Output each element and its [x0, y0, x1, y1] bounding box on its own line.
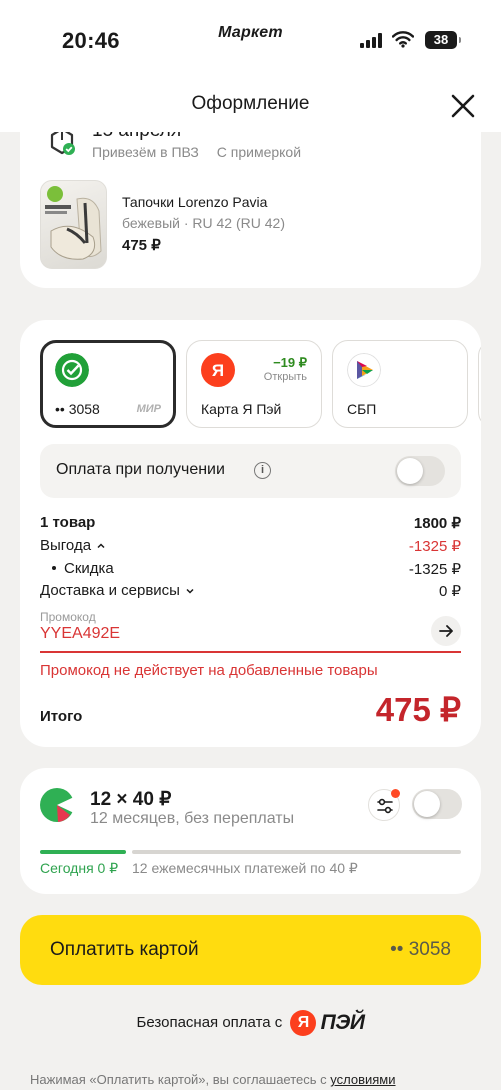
split-settings-button[interactable]	[368, 789, 400, 821]
split-amount: 12 × 40 ₽	[90, 789, 172, 810]
split-today-label: Сегодня 0 ₽	[40, 860, 119, 876]
summary-delivery-row[interactable]: Доставка и сервисы 0 ₽	[40, 582, 461, 604]
split-subtitle: 12 месяцев, без переплаты	[90, 810, 295, 827]
summary-delivery-value: 0 ₽	[438, 583, 461, 600]
battery-icon: 38	[425, 31, 461, 49]
page-title: Оформление	[191, 93, 310, 114]
chevron-up-icon	[97, 543, 105, 549]
card-check-icon	[55, 353, 89, 387]
summary-benefit-label-wrap: Выгода	[40, 537, 107, 554]
promo-label: Промокод	[40, 610, 96, 624]
product-name: Тапочки Lorenzo Pavia	[122, 194, 268, 210]
sbp-label: СБП	[347, 401, 377, 417]
promo-apply-button[interactable]	[431, 616, 461, 646]
summary-discount-row: Скидка -1325 ₽	[40, 560, 461, 582]
wifi-icon	[392, 31, 414, 48]
yandex-pay-wordmark: ПЭЙ	[320, 1011, 365, 1034]
payment-method-more[interactable]	[478, 340, 481, 428]
arrow-right-icon	[439, 625, 453, 637]
cellular-signal-icon	[360, 33, 384, 48]
cash-on-delivery-toggle[interactable]	[395, 456, 445, 486]
legal-text-body: Нажимая «Оплатить картой», вы соглашаете…	[30, 1072, 327, 1087]
mir-logo: МИР	[136, 403, 161, 415]
summary-delivery-label-wrap: Доставка и сервисы	[40, 582, 196, 599]
terms-link[interactable]: условиями	[330, 1072, 395, 1087]
ya-pay-bonus: −19 ₽	[273, 355, 307, 370]
payment-method-saved-card[interactable]: •• 3058 МИР	[40, 340, 176, 428]
saved-card-number: •• 3058	[55, 401, 100, 417]
summary-delivery-label: Доставка и сервисы	[40, 582, 180, 599]
payment-method-sbp[interactable]: СБП	[332, 340, 468, 428]
summary-items-label: 1 товар	[40, 514, 96, 531]
promo-code-input[interactable]: YYEA492E	[40, 625, 120, 643]
promo-error-underline	[40, 651, 461, 653]
pay-button-label: Оплатить картой	[50, 939, 199, 960]
payment-methods: •• 3058 МИР Я −19 ₽ Открыть Карта Я Пэй	[40, 340, 481, 428]
promo-error-message: Промокод не действует на добавленные тов…	[40, 662, 378, 679]
payment-method-ya-pay-card[interactable]: Я −19 ₽ Открыть Карта Я Пэй	[186, 340, 322, 428]
split-installment-card: 12 × 40 ₽ 12 месяцев, без переплаты Сего…	[20, 768, 481, 894]
pay-by-card-button[interactable]: Оплатить картой •• 3058	[20, 915, 481, 985]
summary-benefit-label: Выгода	[40, 537, 92, 554]
summary-items-value: 1800 ₽	[413, 515, 461, 532]
secure-payment-text: Безопасная оплата с	[136, 1013, 283, 1031]
summary-benefit-row[interactable]: Выгода -1325 ₽	[40, 537, 461, 559]
split-progress-today	[40, 850, 126, 854]
sbp-icon	[347, 353, 381, 387]
chevron-down-icon	[186, 589, 194, 594]
total-label: Итого	[40, 708, 83, 725]
product-image[interactable]	[40, 180, 107, 269]
split-progress-remaining	[132, 850, 461, 854]
notification-dot	[391, 789, 400, 798]
secure-payment-note: Безопасная оплата с Я ПЭЙ	[0, 1010, 501, 1036]
pay-button-card: •• 3058	[390, 939, 451, 960]
status-bar: 20:46 Маркет 38	[0, 0, 501, 80]
ya-pay-open-link[interactable]: Открыть	[264, 371, 307, 383]
summary-discount-value: -1325 ₽	[408, 561, 461, 578]
product-price: 475 ₽	[122, 237, 161, 254]
split-toggle[interactable]	[412, 789, 462, 819]
delivery-option-pvz: Привезём в ПВЗ	[92, 144, 199, 160]
cash-on-delivery-row: Оплата при получении i	[40, 444, 461, 498]
info-icon[interactable]: i	[254, 462, 271, 479]
legal-text: Нажимая «Оплатить картой», вы соглашаете…	[30, 1072, 396, 1087]
split-logo-icon	[40, 788, 74, 822]
bullet-icon	[52, 565, 56, 570]
delivery-options: Привезём в ПВЗ С примеркой	[92, 144, 301, 160]
delivery-option-fitting: С примеркой	[216, 144, 302, 160]
ya-pay-label: Карта Я Пэй	[201, 401, 282, 417]
total-value: 475 ₽	[375, 691, 461, 728]
split-monthly-label: 12 ежемесячных платежей по 40 ₽	[132, 860, 358, 876]
svg-text:Я: Я	[212, 361, 224, 380]
yandex-pay-logo-icon: Я	[290, 1010, 317, 1036]
checkout-header: Оформление	[0, 80, 501, 132]
payment-card: •• 3058 МИР Я −19 ₽ Открыть Карта Я Пэй	[20, 320, 481, 747]
yandex-logo-icon: Я	[201, 353, 235, 387]
summary-discount-label-wrap: Скидка	[40, 560, 114, 577]
summary-discount-label: Скидка	[64, 560, 114, 577]
close-icon[interactable]	[449, 92, 477, 120]
summary-benefit-value: -1325 ₽	[408, 538, 461, 555]
product-attributes: бежевый · RU 42 (RU 42)	[122, 215, 285, 231]
checkout-screen: 15 апреля Привезём в ПВЗ С примеркой Тап…	[0, 0, 501, 1090]
cash-on-delivery-label: Оплата при получении	[56, 461, 225, 478]
summary-items-row: 1 товар 1800 ₽	[40, 514, 461, 536]
